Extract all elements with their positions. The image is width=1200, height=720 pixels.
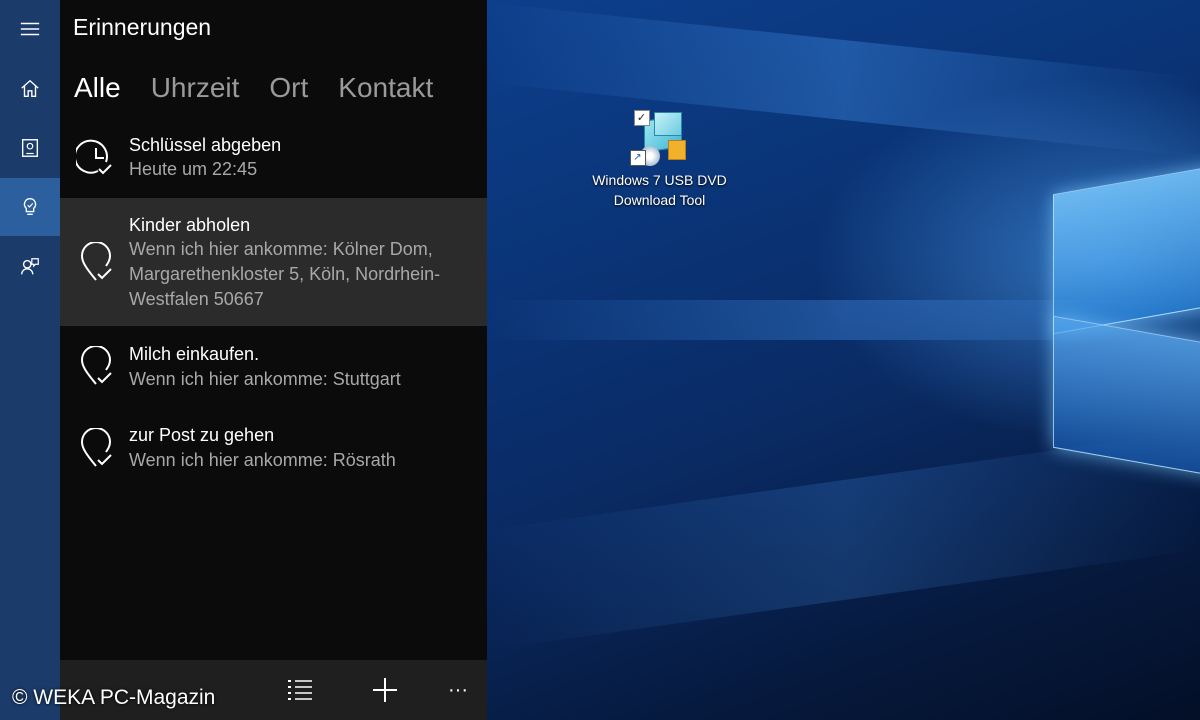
reminder-title: Kinder abholen bbox=[129, 215, 251, 235]
more-options-button[interactable]: ··· bbox=[440, 674, 476, 706]
nav-feedback-button[interactable] bbox=[0, 238, 60, 296]
reminder-title: zur Post zu gehen bbox=[129, 425, 275, 445]
notebook-icon bbox=[21, 139, 39, 157]
tab-ort[interactable]: Ort bbox=[269, 72, 308, 104]
add-reminder-button[interactable] bbox=[367, 674, 403, 706]
nav-notebook-button[interactable] bbox=[0, 119, 60, 177]
filter-tabs: Alle Uhrzeit Ort Kontakt bbox=[74, 72, 433, 104]
tab-alle[interactable]: Alle bbox=[74, 72, 121, 104]
usb-dvd-tool-icon: ✓ ↗ bbox=[629, 110, 690, 166]
clock-check-icon bbox=[76, 139, 112, 175]
location-check-icon bbox=[80, 346, 112, 385]
list-item[interactable]: Milch einkaufen. Wenn ich hier ankomme: … bbox=[60, 330, 487, 408]
window-logo-pane bbox=[1053, 165, 1200, 335]
reminder-title: Milch einkaufen. bbox=[129, 344, 260, 364]
page-title: Erinnerungen bbox=[73, 14, 212, 40]
hamburger-menu-icon bbox=[20, 22, 40, 36]
select-list-button[interactable] bbox=[282, 674, 318, 706]
nav-reminders-button[interactable] bbox=[0, 178, 60, 236]
list-item[interactable]: zur Post zu gehen Wenn ich hier ankomme:… bbox=[60, 410, 487, 488]
desktop-shortcut-windows7-usb-dvd-tool[interactable]: ✓ ↗ Windows 7 USB DVD Download Tool bbox=[587, 110, 732, 210]
reminder-detail: Wenn ich hier ankomme: Stuttgart bbox=[129, 369, 401, 389]
image-credit: © WEKA PC-Magazin bbox=[12, 686, 216, 709]
feedback-icon bbox=[21, 258, 39, 275]
reminders-lightbulb-icon bbox=[23, 198, 37, 216]
list-item[interactable]: Schlüssel abgeben Heute um 22:45 bbox=[60, 126, 487, 198]
more-icon: ··· bbox=[448, 678, 468, 701]
reminder-detail: Wenn ich hier ankomme: Rösrath bbox=[129, 450, 396, 470]
add-icon bbox=[373, 678, 397, 702]
reminders-panel: Erinnerungen Alle Uhrzeit Ort Kontakt Sc… bbox=[60, 0, 487, 720]
desktop-wallpaper: ✓ ↗ Windows 7 USB DVD Download Tool bbox=[487, 0, 1200, 720]
list-item[interactable]: Kinder abholen Wenn ich hier ankomme: Kö… bbox=[60, 198, 487, 326]
nav-home-button[interactable] bbox=[0, 60, 60, 118]
home-icon bbox=[21, 79, 39, 98]
nav-rail bbox=[0, 0, 60, 720]
tab-uhrzeit[interactable]: Uhrzeit bbox=[151, 72, 240, 104]
location-check-icon bbox=[80, 428, 112, 467]
location-check-icon bbox=[80, 242, 112, 281]
list-select-icon bbox=[288, 680, 312, 700]
reminder-title: Schlüssel abgeben bbox=[129, 135, 282, 155]
tab-kontakt[interactable]: Kontakt bbox=[338, 72, 433, 104]
reminder-detail: Wenn ich hier ankomme: Kölner Dom, Marga… bbox=[129, 239, 441, 309]
desktop-shortcut-label: Windows 7 USB DVD Download Tool bbox=[592, 172, 727, 208]
hamburger-menu-button[interactable] bbox=[0, 0, 60, 58]
reminder-detail: Heute um 22:45 bbox=[129, 159, 258, 179]
